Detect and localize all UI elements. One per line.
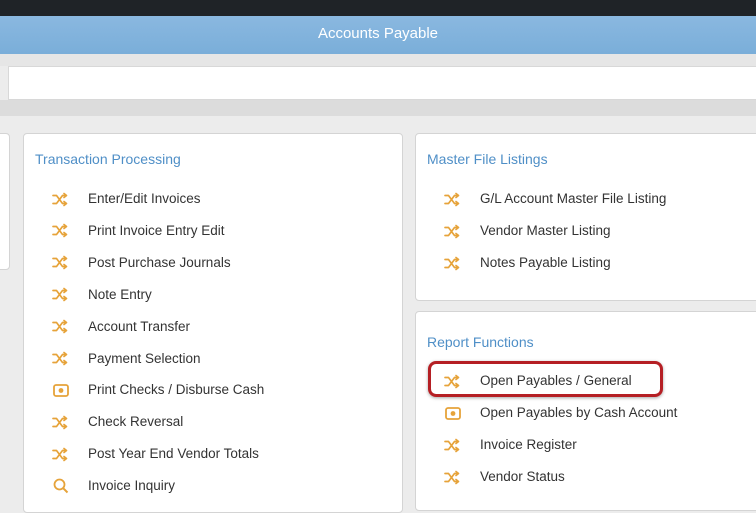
menu-item-label: G/L Account Master File Listing [480, 191, 667, 206]
shuffle-icon [444, 437, 462, 453]
shuffle-icon [52, 351, 70, 367]
menu-item-label: Notes Payable Listing [480, 255, 611, 270]
menu-item-label: Account Transfer [88, 318, 191, 334]
menu-item[interactable]: Enter/Edit Invoices [52, 188, 201, 210]
menu-item[interactable]: Invoice Register [444, 434, 577, 456]
toolbar [8, 66, 756, 100]
left-panel-edge [0, 133, 10, 270]
menu-item-label: Note Entry [88, 286, 152, 302]
menu-item[interactable]: Account Transfer [52, 316, 190, 338]
menu-item-label: Enter/Edit Invoices [88, 191, 201, 206]
money-icon [52, 382, 70, 398]
shuffle-icon [52, 191, 70, 207]
menu-item[interactable]: Print Checks / Disburse Cash [52, 379, 264, 401]
shuffle-icon [52, 223, 70, 239]
shuffle-icon [52, 414, 70, 430]
menu-item[interactable]: Invoice Inquiry [52, 475, 175, 497]
menu-item-label: Vendor Status [480, 469, 565, 484]
menu-item[interactable]: Post Year End Vendor Totals [52, 443, 259, 465]
menu-item[interactable]: Post Purchase Journals [52, 252, 231, 274]
shuffle-icon [52, 287, 70, 303]
menu-item[interactable]: Payment Selection [52, 348, 201, 370]
menu-item[interactable]: Print Invoice Entry Edit [52, 220, 225, 242]
shuffle-icon [52, 446, 70, 462]
menu-item-label: Vendor Master Listing [480, 223, 611, 238]
report-functions-title: Report Functions [427, 334, 534, 350]
top-bar [0, 0, 756, 16]
divider [0, 100, 756, 116]
transaction-processing-title: Transaction Processing [35, 151, 181, 167]
menu-item-label: Check Reversal [88, 414, 184, 430]
shuffle-icon [52, 255, 70, 271]
shuffle-icon [52, 319, 70, 335]
menu-item[interactable]: Note Entry [52, 284, 152, 306]
menu-item[interactable]: Vendor Status [444, 466, 565, 488]
menu-item-label: Payment Selection [88, 350, 201, 366]
menu-item[interactable]: Check Reversal [52, 411, 183, 433]
menu-item-label: Print Invoice Entry Edit [88, 222, 225, 238]
master-file-listings-title: Master File Listings [427, 151, 548, 167]
menu-item-label: Open Payables by Cash Account [480, 405, 678, 420]
shuffle-icon [444, 223, 462, 239]
shuffle-icon [444, 469, 462, 485]
menu-item-label: Invoice Inquiry [88, 478, 176, 494]
shuffle-icon [444, 191, 462, 207]
menu-item[interactable]: G/L Account Master File Listing [444, 188, 666, 210]
menu-item-label: Post Purchase Journals [88, 254, 231, 270]
shuffle-icon [444, 255, 462, 271]
page-title: Accounts Payable [0, 16, 756, 54]
search-icon [52, 478, 70, 494]
menu-item[interactable]: Vendor Master Listing [444, 220, 611, 242]
divider [0, 54, 756, 66]
menu-item[interactable]: Notes Payable Listing [444, 252, 611, 274]
menu-item-label: Post Year End Vendor Totals [88, 446, 259, 462]
menu-item-label: Invoice Register [480, 437, 577, 452]
highlight-box [428, 361, 663, 397]
menu-item-label: Print Checks / Disburse Cash [88, 382, 265, 398]
menu-item[interactable]: Open Payables by Cash Account [444, 402, 677, 424]
money-icon [444, 405, 462, 421]
